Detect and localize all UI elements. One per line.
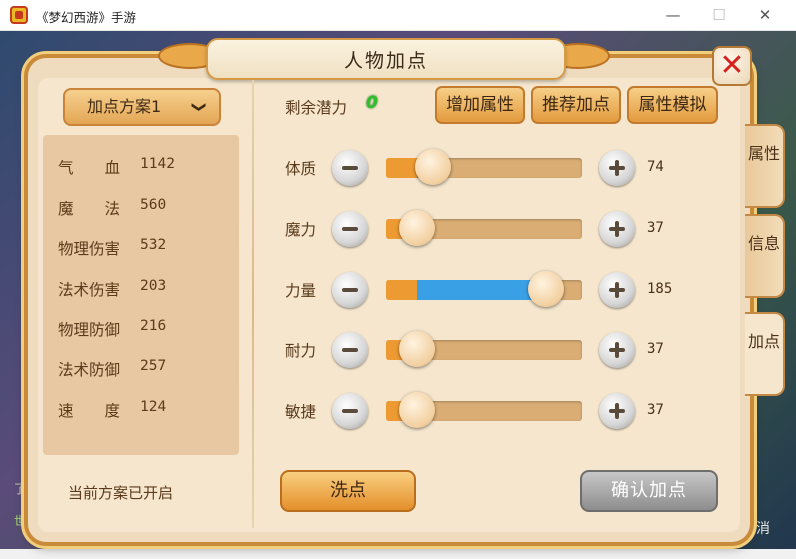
confirm-points-button[interactable]: 确认加点 [580, 470, 718, 512]
stat-label: 法术防御 [58, 361, 121, 379]
attribute-slider[interactable] [386, 271, 582, 307]
minus-icon [342, 227, 358, 231]
stat-value: 203 [140, 278, 167, 294]
attribute-value: 74 [647, 159, 664, 175]
stat-label: 气 血 [58, 159, 121, 177]
attribute-label: 耐力 [285, 342, 317, 360]
slider-handle[interactable] [399, 392, 435, 428]
attribute-label: 力量 [285, 282, 317, 300]
increase-button[interactable] [599, 393, 635, 429]
maximize-button[interactable]: ☐ [702, 4, 736, 26]
panel-title: 人物加点 [343, 50, 428, 72]
attribute-slider[interactable] [386, 331, 582, 367]
decrease-button[interactable] [332, 393, 368, 429]
reset-points-button[interactable]: 洗点 [280, 470, 416, 512]
attribute-label: 敏捷 [285, 403, 317, 421]
stat-value: 1142 [140, 156, 175, 172]
stat-label: 物理防御 [58, 321, 121, 339]
plus-icon [615, 342, 619, 358]
slider-handle[interactable] [399, 210, 435, 246]
increase-button[interactable] [599, 211, 635, 247]
stat-label: 物理伤害 [58, 240, 121, 258]
decrease-button[interactable] [332, 272, 368, 308]
remaining-points-value: 0 [366, 93, 378, 113]
simulate-attributes-button[interactable]: 属性模拟 [627, 86, 718, 124]
stat-value: 216 [140, 318, 167, 334]
stat-row: 魔 法 560 [58, 197, 166, 218]
attribute-slider[interactable] [386, 149, 582, 185]
stat-value: 124 [140, 399, 167, 415]
stat-row: 法术伤害 203 [58, 278, 166, 299]
attribute-value: 185 [647, 281, 673, 297]
increase-button[interactable] [599, 150, 635, 186]
slider-base-fill [386, 280, 417, 300]
slider-handle[interactable] [528, 271, 564, 307]
stat-label: 法术伤害 [58, 281, 121, 299]
tab-label: 属性 [747, 144, 780, 163]
attribute-label: 魔力 [285, 221, 317, 239]
tab-points[interactable]: 加点 [745, 312, 785, 396]
slider-base-fill [386, 158, 417, 178]
plus-icon [615, 160, 619, 176]
stat-row: 物理伤害 532 [58, 237, 166, 258]
stat-row: 物理防御 216 [58, 318, 166, 339]
background-bottom-bar [0, 549, 796, 559]
stat-label: 魔 法 [58, 200, 121, 218]
attribute-slider[interactable] [386, 210, 582, 246]
minus-icon [342, 409, 358, 413]
minus-icon [342, 288, 358, 292]
stat-row: 速 度 124 [58, 399, 166, 420]
attribute-slider[interactable] [386, 392, 582, 428]
attribute-label: 体质 [285, 160, 317, 178]
recommend-points-button[interactable]: 推荐加点 [531, 86, 621, 124]
plus-icon [615, 403, 619, 419]
remaining-points-label: 剩余潜力 [285, 99, 348, 117]
slider-handle[interactable] [415, 149, 451, 185]
increase-button[interactable] [599, 272, 635, 308]
decrease-button[interactable] [332, 211, 368, 247]
add-attribute-button[interactable]: 增加属性 [435, 86, 525, 124]
minus-icon [342, 166, 358, 170]
tab-label: 信息 [747, 234, 780, 253]
decrease-button[interactable] [332, 150, 368, 186]
minimize-button[interactable]: — [656, 4, 690, 26]
background-text: 了 [14, 482, 27, 496]
attribute-value: 37 [647, 341, 664, 357]
background-text: 世 [14, 514, 27, 528]
plus-icon [615, 282, 619, 298]
tab-label: 加点 [747, 332, 780, 351]
panel-close-button[interactable]: ✕ [712, 46, 752, 86]
stat-value: 257 [140, 358, 167, 374]
stat-row: 气 血 1142 [58, 156, 175, 177]
stats-list: 气 血 1142 魔 法 560 物理伤害 532 法术伤害 203 物理防御 216 法… [43, 135, 239, 455]
current-scheme-status: 当前方案已开启 [68, 484, 174, 502]
increase-button[interactable] [599, 332, 635, 368]
attribute-value: 37 [647, 220, 664, 236]
stat-row: 法术防御 257 [58, 358, 166, 379]
chevron-down-icon: ❯ [191, 101, 208, 113]
decrease-button[interactable] [332, 332, 368, 368]
plus-icon [615, 221, 619, 237]
attribute-value: 37 [647, 402, 664, 418]
window-titlebar: 《梦幻西游》手游 — ☐ ✕ [0, 0, 796, 31]
stat-label: 速 度 [58, 402, 121, 420]
stat-value: 560 [140, 197, 167, 213]
column-divider [252, 80, 254, 528]
minus-icon [342, 348, 358, 352]
tab-attributes[interactable]: 属性 [745, 124, 785, 208]
tab-info[interactable]: 信息 [745, 214, 785, 298]
close-x-icon: ✕ [719, 48, 745, 83]
app-logo-icon [10, 6, 28, 24]
title-banner: 人物加点 [206, 38, 566, 80]
slider-added-fill [417, 280, 546, 300]
scheme-label: 加点方案1 [87, 97, 162, 116]
window-close-button[interactable]: ✕ [748, 4, 782, 26]
scheme-dropdown[interactable]: 加点方案1 ❯ [63, 88, 221, 126]
window-title: 《梦幻西游》手游 [36, 10, 137, 25]
stat-value: 532 [140, 237, 167, 253]
slider-handle[interactable] [399, 331, 435, 367]
